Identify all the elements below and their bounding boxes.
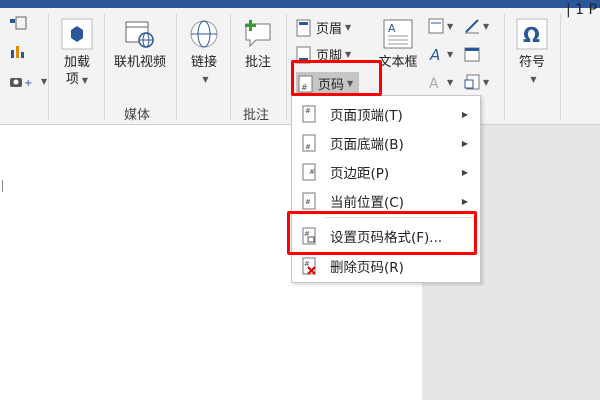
highlight-box-page-number [291,60,382,96]
header-label: 页眉 [316,22,343,37]
textbox-icon: A [383,19,413,49]
menu-item-page-margin[interactable]: # 页边距(P) ▶ [292,158,480,186]
svg-text:A: A [429,46,440,62]
svg-text:#: # [305,198,311,206]
menu-item-remove-page-numbers[interactable]: # 删除页码(R) [292,252,480,280]
link-label: 链接 [190,55,217,70]
comment-label: 批注 [244,55,271,70]
svg-text:Ω: Ω [523,23,540,47]
wordart-icon[interactable]: A ▼ [428,46,453,62]
header-icon [296,19,311,36]
comment-group-label: 批注 [243,108,270,123]
online-video-label: 联机视频 [113,55,166,70]
online-video-button[interactable]: 联机视频 [106,18,174,71]
bar-chart-icon[interactable] [8,42,28,60]
menu-item-page-bottom[interactable]: # 页面底端(B) ▶ [292,129,480,157]
menu-item-label: 当前位置(C) [330,195,404,211]
new-comment-button[interactable]: 批注 [236,18,280,71]
chevron-down-icon: ▼ [483,21,490,31]
menu-item-label: 页面顶端(T) [330,108,403,124]
remove-page-number-icon: # [302,257,316,275]
chevron-right-icon: ▶ [461,109,468,119]
omega-icon: Ω [516,18,548,50]
chevron-down-icon: ▼ [447,21,454,31]
svg-text:+: + [24,78,32,89]
chevron-down-icon: ▼ [447,77,454,87]
text-cursor [2,180,3,192]
comment-icon [245,20,271,48]
media-group-label: 媒体 [124,108,151,123]
addins-icon [61,18,93,50]
addins-sub-label: 项 [65,72,79,87]
chevron-down-icon: ▼ [202,75,209,84]
page-margin-icon: # [302,163,316,181]
svg-text:A: A [388,22,396,35]
menu-item-page-top[interactable]: # 页面顶端(T) ▶ [292,100,480,128]
chevron-right-icon: ▶ [461,138,468,148]
chevron-down-icon: ▼ [447,49,454,59]
online-video-icon [125,21,154,48]
svg-text:#: # [305,143,311,151]
chart-icon[interactable] [8,16,28,34]
svg-text:#: # [305,107,311,115]
title-fragment: | 1 P [566,2,597,18]
symbol-label: 符号 [518,55,545,70]
screenshot-icon[interactable]: + ▼ [8,72,47,90]
object-icon[interactable]: ▼ [464,74,489,90]
quick-parts-icon[interactable]: ▼ [428,18,453,34]
menu-item-label: 页面底端(B) [330,137,404,153]
page-top-icon: # [302,105,316,123]
addins-button[interactable]: 加载 项 ▼ [54,18,100,89]
chevron-down-icon: ▼ [530,75,537,84]
title-bar-strip [0,0,600,8]
textbox-label: 文本框 [378,55,418,70]
menu-item-label: 页边距(P) [330,166,390,182]
chevron-down-icon: ▼ [345,50,352,59]
highlight-box-format-page-numbers [287,211,477,255]
signature-line-icon[interactable]: ▼ [464,18,489,34]
chevron-down-icon: ▼ [345,23,352,32]
chevron-right-icon: ▶ [461,167,468,177]
chevron-right-icon: ▶ [461,196,468,206]
link-button[interactable]: 链接 ▼ [182,18,226,88]
page-bottom-icon: # [302,134,316,152]
svg-text:A: A [429,76,439,90]
svg-text:#: # [309,168,315,176]
current-position-icon: # [302,192,316,210]
symbol-button[interactable]: Ω 符号 ▼ [510,18,554,88]
drop-cap-icon[interactable]: A ▼ [428,74,453,90]
link-icon [190,20,218,48]
chevron-down-icon: ▼ [41,76,48,86]
addins-label: 加载 [63,55,90,70]
chevron-down-icon: ▼ [81,76,89,85]
header-button[interactable]: 页眉 ▼ [296,18,351,37]
textbox-button[interactable]: A 文本框 [376,18,420,71]
chevron-down-icon: ▼ [483,77,490,87]
date-time-icon[interactable] [464,46,480,62]
menu-item-label: 删除页码(R) [330,260,404,276]
